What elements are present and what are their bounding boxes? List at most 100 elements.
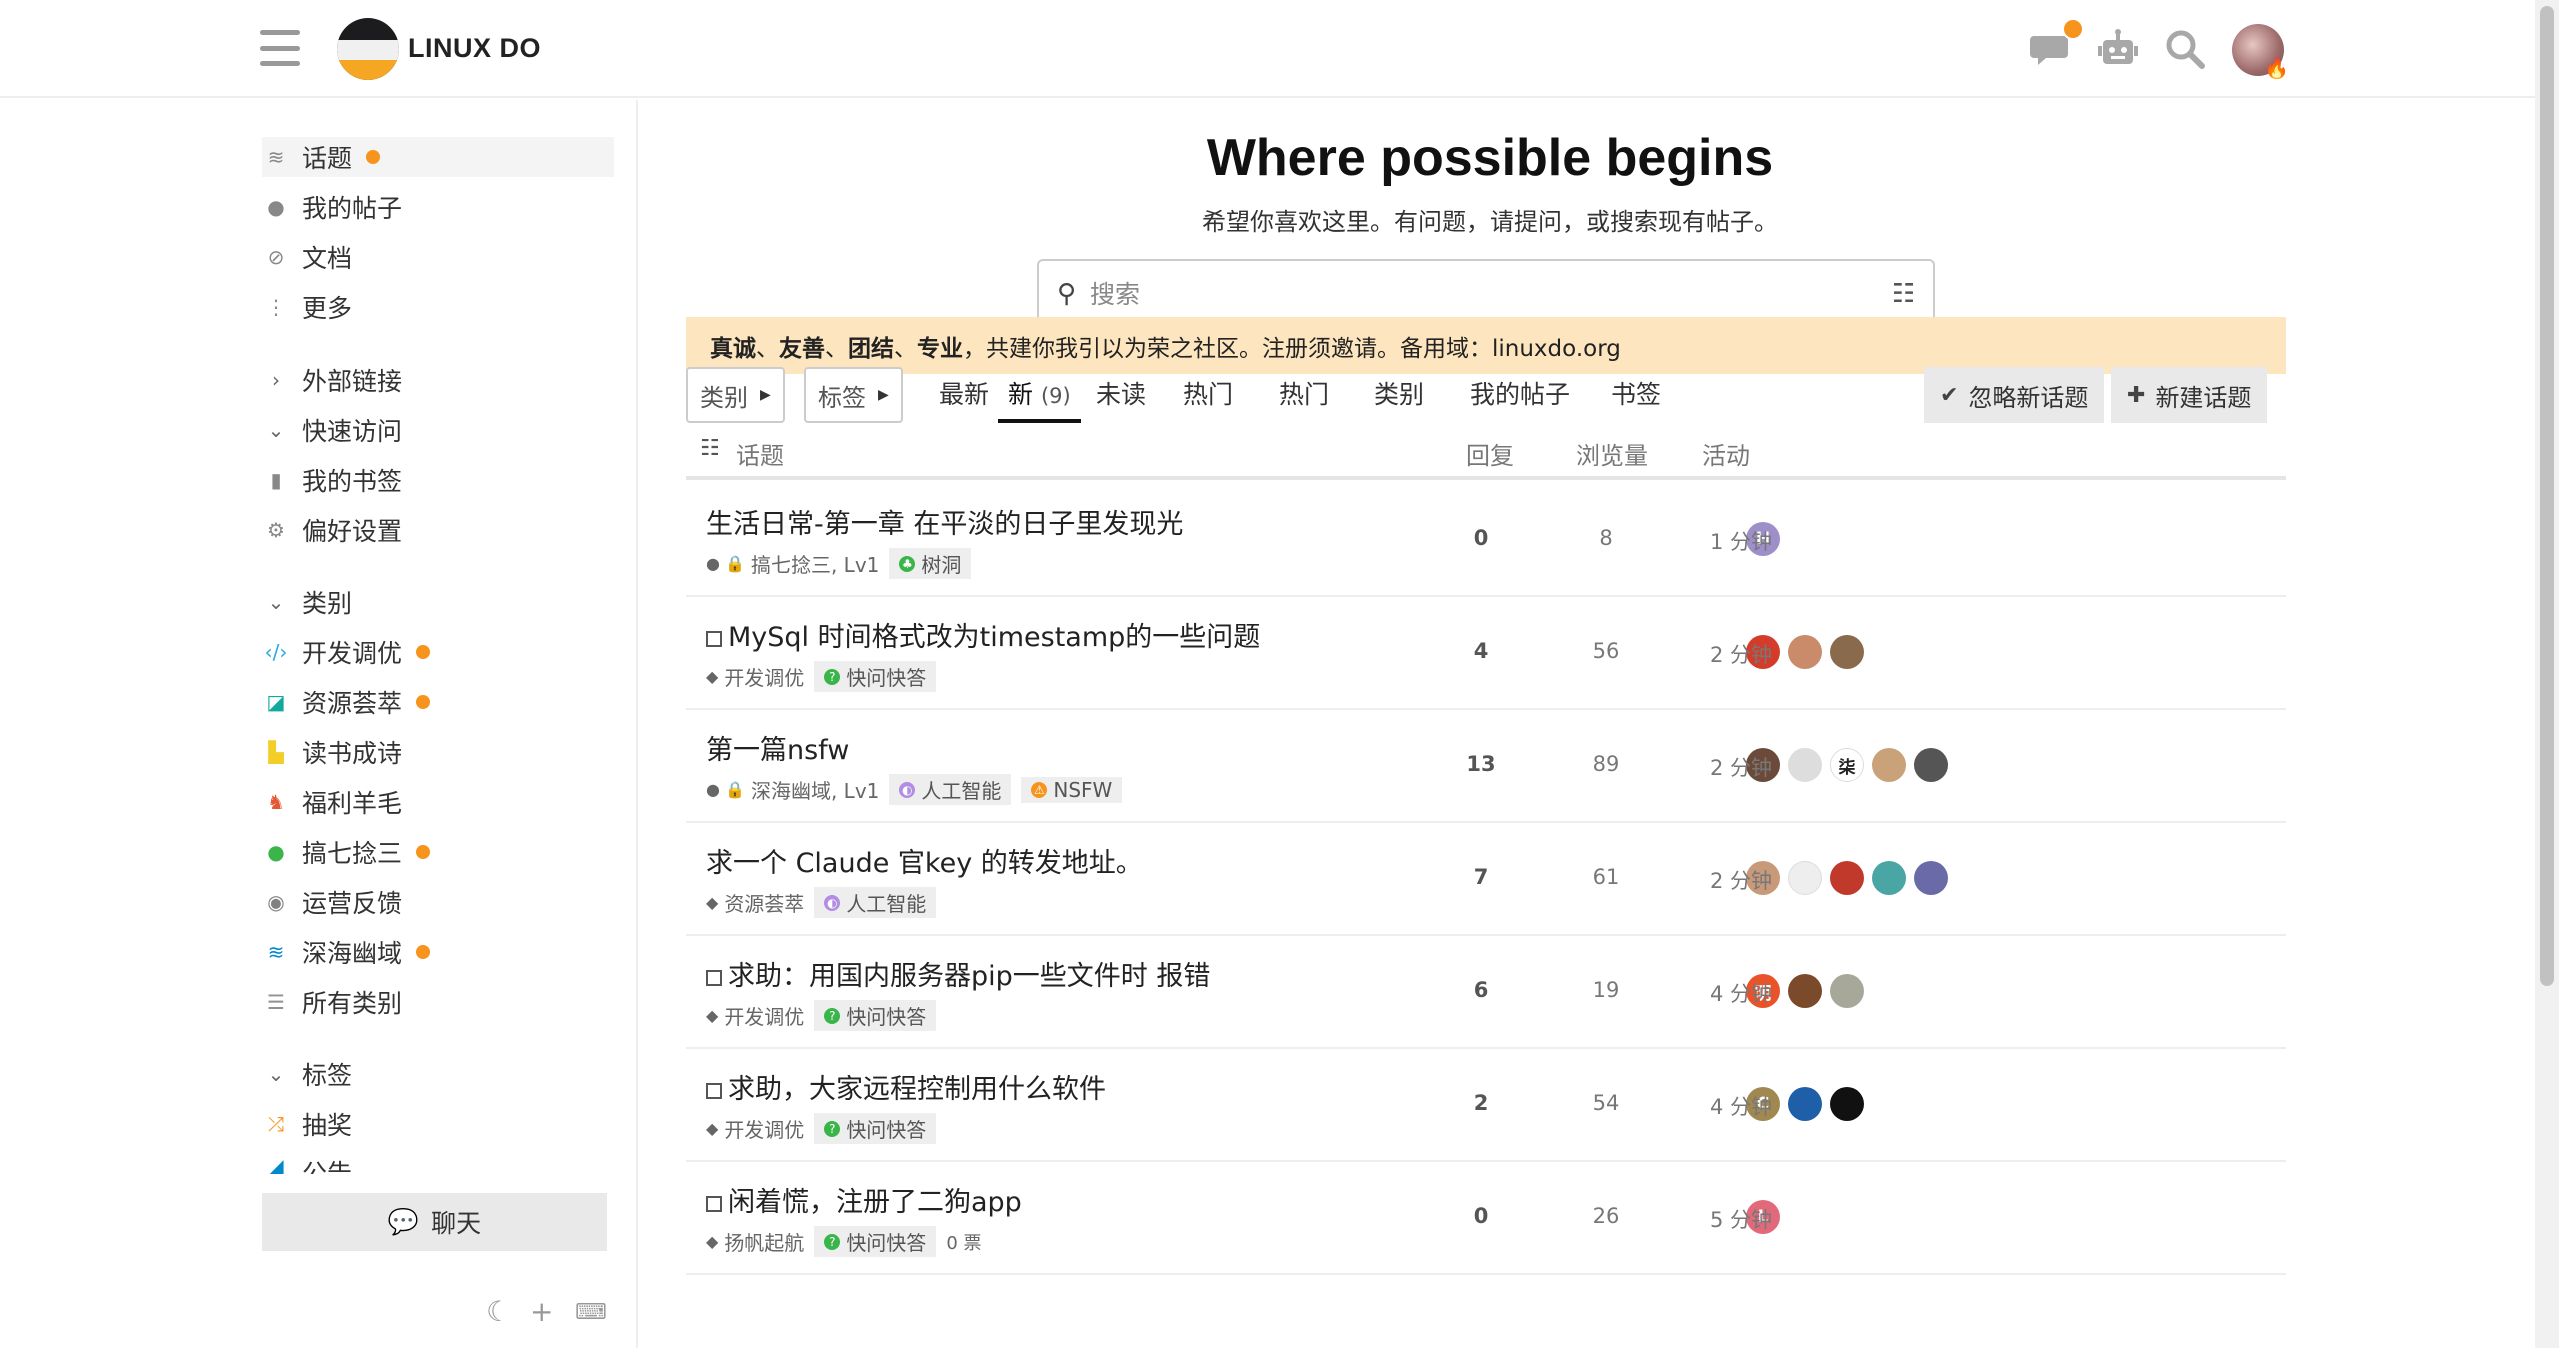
site-logo[interactable]: [337, 18, 399, 80]
topic-row[interactable]: 求助：用国内服务器pip一些文件时 报错 ◆ 开发调优? 快问快答明 6 19 4 分钟: [686, 936, 2286, 1049]
topic-row[interactable]: 求助，大家远程控制用什么软件 ◆ 开发调优? 快问快答 C 2 54 4 分钟: [686, 1049, 2286, 1162]
topic-tag[interactable]: ◐ 人工智能: [889, 774, 1012, 805]
nav-new[interactable]: 新 (9): [998, 375, 1081, 423]
moon-icon[interactable]: ☾: [486, 1295, 511, 1328]
reply-count[interactable]: 2: [1451, 1091, 1511, 1115]
topic-title[interactable]: 第一篇nsfw: [706, 728, 849, 767]
topic-row[interactable]: 闲着慌，注册了二狗app ◆ 扬帆起航? 快问快答 0 票 L 0 26 5 分钟: [686, 1162, 2286, 1275]
topic-tag[interactable]: ◐ 人工智能: [814, 887, 937, 918]
topic-row[interactable]: 第一篇nsfw ● 🔒 深海幽域, Lv1 ◐ 人工智能 ⚠ NSFW 柒 13 89 2 分钟: [686, 710, 2286, 823]
avatar[interactable]: [1830, 1087, 1864, 1121]
activity-time[interactable]: 5 分钟: [1686, 1204, 1796, 1234]
col-topic[interactable]: 话题: [736, 436, 784, 471]
search-options-icon[interactable]: ☷: [1892, 279, 1915, 309]
nav-bookmarks[interactable]: 书签: [1611, 375, 1661, 423]
avatar[interactable]: [1830, 635, 1864, 669]
topic-category[interactable]: 开发调优: [724, 662, 804, 691]
activity-time[interactable]: 2 分钟: [1686, 639, 1796, 669]
reply-count[interactable]: 13: [1451, 752, 1511, 776]
col-views[interactable]: 浏览量: [1576, 436, 1648, 471]
sidebar-category-misc[interactable]: ● 搞七捻三: [262, 832, 431, 872]
topic-category[interactable]: 开发调优: [724, 1114, 804, 1143]
list-check-icon[interactable]: ☷: [700, 436, 720, 461]
topic-tag[interactable]: ? 快问快答: [814, 1226, 937, 1257]
topic-row[interactable]: MySql 时间格式改为timestamp的一些问题 ◆ 开发调优? 快问快答 4 56 2…: [686, 597, 2286, 710]
avatar[interactable]: [1830, 861, 1864, 895]
topic-row[interactable]: 求一个 Claude 官key 的转发地址。 ◆ 资源荟萃 ◐ 人工智能 7 61 2 分钟: [686, 823, 2286, 936]
topic-title[interactable]: 求助：用国内服务器pip一些文件时 报错: [706, 954, 1210, 993]
nav-categories[interactable]: 类别: [1374, 375, 1424, 423]
tag-dropdown[interactable]: 标签 ▶: [804, 367, 903, 423]
sidebar-item-preferences[interactable]: ⚙ 偏好设置: [262, 510, 402, 550]
reply-count[interactable]: 6: [1451, 978, 1511, 1002]
sidebar-item-bookmarks[interactable]: ▮ 我的书签: [262, 460, 402, 500]
sidebar-category-deals[interactable]: ♞ 福利羊毛: [262, 782, 402, 822]
avatar[interactable]: 柒: [1830, 748, 1864, 782]
sidebar-category-reading[interactable]: ▙ 读书成诗: [262, 732, 402, 772]
topic-category[interactable]: 资源荟萃: [724, 888, 804, 917]
activity-time[interactable]: 4 分钟: [1686, 978, 1796, 1008]
topic-category[interactable]: 扬帆起航: [724, 1227, 804, 1256]
sidebar-item-more[interactable]: ⋮ 更多: [262, 287, 352, 327]
activity-time[interactable]: 1 分钟: [1686, 526, 1796, 556]
topic-row[interactable]: 生活日常-第一章 在平淡的日子里发现光 ● 🔒 搞七捻三, Lv1 ♣ 树洞 H 0 8 1 分…: [686, 484, 2286, 597]
sidebar-item-topics[interactable]: ≋ 话题: [262, 137, 614, 177]
topic-tag[interactable]: ? 快问快答: [814, 1113, 937, 1144]
nav-unread[interactable]: 未读: [1096, 375, 1146, 423]
brand-name[interactable]: LINUX DO: [408, 33, 541, 64]
topic-tag[interactable]: ? 快问快答: [814, 1000, 937, 1031]
sidebar-item-docs[interactable]: ⊘ 文档: [262, 237, 352, 277]
dismiss-new-button[interactable]: ✔ 忽略新话题: [1924, 367, 2105, 423]
sidebar-item-my-posts[interactable]: ● 我的帖子: [262, 187, 402, 227]
sidebar-category-deep-sea[interactable]: ≋ 深海幽域: [262, 932, 431, 972]
sidebar-tag-lottery[interactable]: ⤮ 抽奖: [262, 1104, 352, 1144]
nav-latest[interactable]: 最新: [939, 375, 989, 423]
col-activity[interactable]: 活动: [1702, 436, 1750, 471]
reply-count[interactable]: 7: [1451, 865, 1511, 889]
avatar[interactable]: [1914, 748, 1948, 782]
col-replies[interactable]: 回复: [1466, 436, 1514, 471]
topic-category[interactable]: 深海幽域, Lv1: [751, 775, 879, 804]
search-icon[interactable]: [2162, 26, 2208, 72]
nav-hot[interactable]: 热门: [1183, 375, 1233, 423]
sidebar-tag-announcement[interactable]: ◢ 公告: [262, 1154, 352, 1174]
activity-time[interactable]: 4 分钟: [1686, 1091, 1796, 1121]
sidebar-all-categories[interactable]: ☰ 所有类别: [262, 982, 402, 1022]
avatar[interactable]: [1914, 861, 1948, 895]
avatar[interactable]: [1872, 748, 1906, 782]
topic-tag[interactable]: ⚠ NSFW: [1021, 776, 1123, 803]
section-tags[interactable]: ⌄ 标签: [262, 1054, 352, 1094]
scrollbar[interactable]: [2535, 0, 2559, 1348]
topic-tag[interactable]: ♣ 树洞: [889, 548, 972, 579]
section-external-links[interactable]: › 外部链接: [262, 360, 402, 400]
category-dropdown[interactable]: 类别 ▶: [686, 367, 785, 423]
topic-category[interactable]: 开发调优: [724, 1001, 804, 1030]
section-categories[interactable]: ⌄ 类别: [262, 582, 352, 622]
topic-title[interactable]: MySql 时间格式改为timestamp的一些问题: [706, 615, 1260, 654]
avatar[interactable]: [1830, 974, 1864, 1008]
activity-time[interactable]: 2 分钟: [1686, 865, 1796, 895]
topic-title[interactable]: 闲着慌，注册了二狗app: [706, 1180, 1022, 1219]
topic-title[interactable]: 求助，大家远程控制用什么软件: [706, 1067, 1106, 1106]
search-input[interactable]: [1090, 279, 1892, 309]
nav-my-posts[interactable]: 我的帖子: [1470, 375, 1570, 423]
sidebar-category-dev[interactable]: ‹/› 开发调优: [262, 632, 431, 672]
new-topic-button[interactable]: ✚ 新建话题: [2111, 367, 2268, 423]
sidebar-category-feedback[interactable]: ◉ 运营反馈: [262, 882, 402, 922]
topic-title[interactable]: 求一个 Claude 官key 的转发地址。: [706, 841, 1143, 880]
robot-icon[interactable]: [2095, 26, 2141, 72]
section-quick-access[interactable]: ⌄ 快速访问: [262, 410, 402, 450]
avatar[interactable]: [1872, 861, 1906, 895]
keyboard-icon[interactable]: ⌨: [575, 1300, 607, 1325]
reply-count[interactable]: 0: [1451, 1204, 1511, 1228]
nav-top[interactable]: 热门: [1279, 375, 1329, 423]
reply-count[interactable]: 0: [1451, 526, 1511, 550]
sidebar-category-resources[interactable]: ◪ 资源荟萃: [262, 682, 431, 722]
topic-tag[interactable]: ? 快问快答: [814, 661, 937, 692]
topic-category[interactable]: 搞七捻三, Lv1: [751, 549, 879, 578]
hamburger-icon[interactable]: [260, 30, 300, 66]
scrollbar-thumb[interactable]: [2540, 6, 2554, 986]
reply-count[interactable]: 4: [1451, 639, 1511, 663]
chat-button[interactable]: 💬 聊天: [262, 1193, 607, 1251]
topic-title[interactable]: 生活日常-第一章 在平淡的日子里发现光: [706, 502, 1183, 541]
